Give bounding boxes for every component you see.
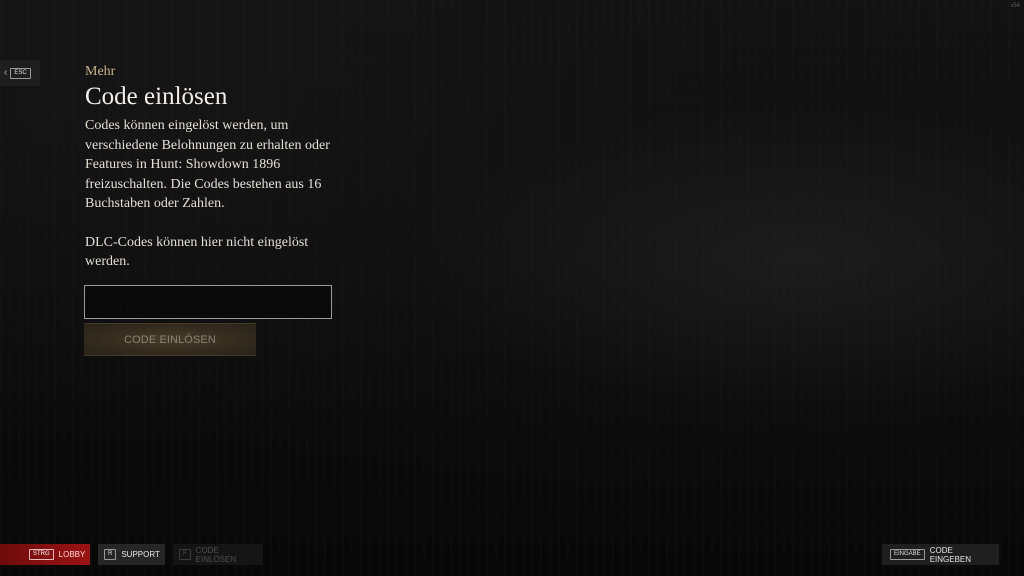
back-button[interactable]: ‹ ESC	[0, 60, 40, 86]
version-label: v54	[1010, 3, 1020, 9]
description-text: Codes können eingelöst werden, um versch…	[85, 118, 330, 211]
breadcrumb[interactable]: Mehr	[85, 64, 345, 80]
support-button[interactable]: R SUPPORT	[98, 544, 165, 565]
strg-key-hint: STRG	[29, 549, 54, 560]
enter-code-button[interactable]: EINGABE CODE EINGEBEN	[882, 544, 999, 565]
redeem-panel: Mehr Code einlösen Codes können eingelös…	[85, 64, 345, 272]
chevron-left-icon: ‹	[4, 67, 8, 78]
redeem-code-footer-label: CODE EINLÖSEN	[195, 545, 237, 564]
lobby-label: LOBBY	[58, 550, 86, 559]
redeem-code-footer-button[interactable]: F CODE EINLÖSEN	[173, 544, 263, 565]
page-title: Code einlösen	[85, 83, 228, 110]
esc-key-hint: ESC	[10, 67, 31, 79]
dlc-note-text: DLC-Codes können hier nicht eingelöst we…	[85, 234, 309, 270]
redeem-code-button[interactable]: CODE EINLÖSEN	[84, 323, 256, 356]
r-key-hint: R	[104, 549, 117, 560]
eingabe-key-hint: EINGABE	[890, 549, 925, 560]
code-input[interactable]	[84, 285, 332, 319]
lobby-button[interactable]: STRG LOBBY	[0, 544, 90, 565]
enter-code-label: CODE EINGEBEN	[929, 545, 972, 564]
f-key-hint: F	[179, 549, 191, 560]
support-label: SUPPORT	[121, 550, 160, 559]
